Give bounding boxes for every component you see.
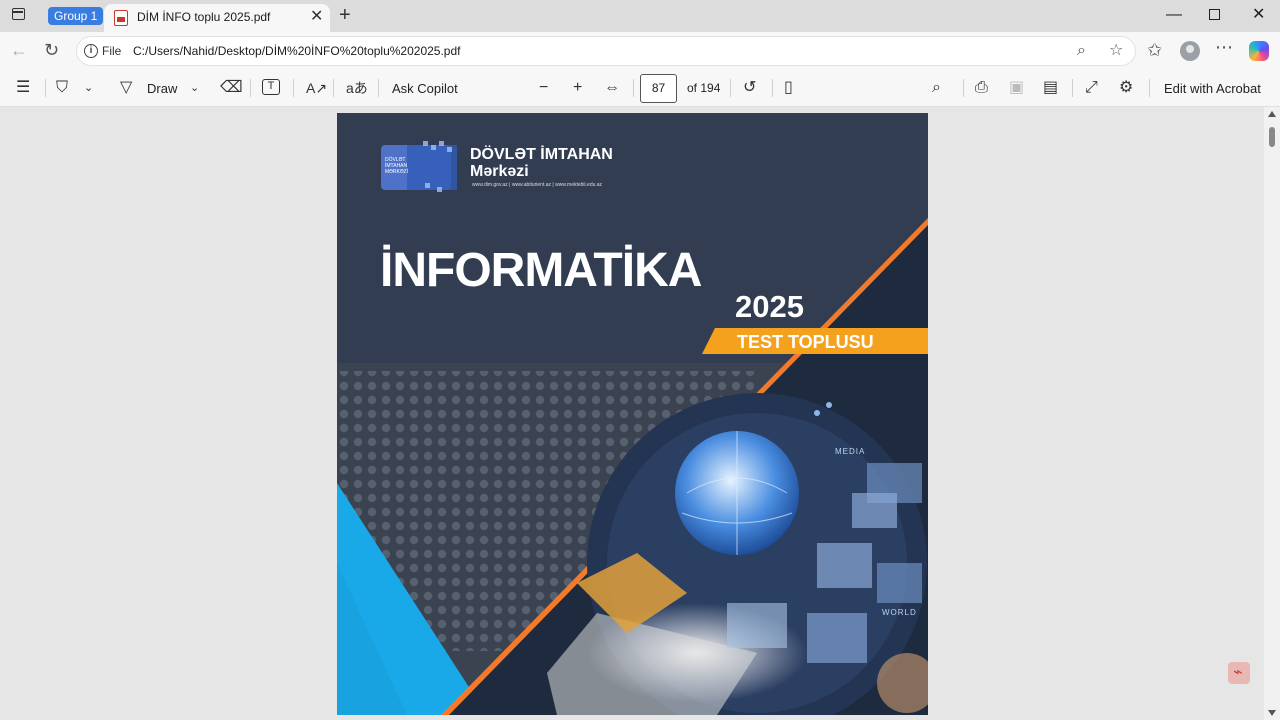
divider: [730, 79, 731, 97]
url-text[interactable]: C:/Users/Nahid/Desktop/DİM%20İNFO%20topl…: [133, 44, 461, 58]
divider: [378, 79, 379, 97]
profile-avatar[interactable]: [1180, 41, 1200, 61]
chevron-down-icon[interactable]: ⌄: [84, 79, 93, 97]
edit-with-acrobat-button[interactable]: Edit with Acrobat: [1164, 81, 1261, 96]
eraser-icon[interactable]: ⌫: [220, 79, 243, 97]
window-menu-icon[interactable]: [12, 8, 25, 20]
divider: [293, 79, 294, 97]
favorites-icon[interactable]: ✩: [1147, 41, 1162, 59]
scrollbar-thumb[interactable]: [1269, 127, 1275, 147]
address-bar-row: ← ↻ i File C:/Users/Nahid/Desktop/DİM%20…: [0, 32, 1280, 70]
logo-small-text: DÖVLƏT İMTAHAN MƏRKƏZİ: [385, 157, 409, 175]
close-window-icon[interactable]: ✕: [1252, 6, 1265, 24]
close-tab-icon[interactable]: ✕: [310, 9, 323, 25]
tab-active-pdf[interactable]: DİM İNFO toplu 2025.pdf ✕: [104, 4, 330, 32]
rotate-icon[interactable]: ↺: [743, 79, 756, 97]
page-number-input[interactable]: 87: [640, 74, 677, 103]
divider: [333, 79, 334, 97]
fit-width-icon[interactable]: ⇔: [604, 79, 620, 97]
divider: [1072, 79, 1073, 97]
cover-year: 2025: [735, 289, 804, 324]
ask-copilot-button[interactable]: Ask Copilot: [392, 81, 458, 96]
divider: [772, 79, 773, 97]
page-view-icon[interactable]: ▯: [784, 79, 793, 97]
reload-icon[interactable]: ↻: [44, 41, 59, 59]
fullscreen-icon[interactable]: ⤢: [1085, 79, 1098, 97]
save-icon[interactable]: ▣: [1009, 79, 1024, 97]
copilot-icon[interactable]: [1249, 41, 1269, 61]
divider: [1149, 79, 1150, 97]
highlight-icon[interactable]: ⛉: [56, 79, 68, 97]
zoom-in-icon[interactable]: +: [573, 79, 582, 97]
zoom-icon[interactable]: ⌕: [1077, 42, 1086, 60]
draw-icon[interactable]: ▽: [120, 79, 132, 97]
settings-gear-icon[interactable]: ⚙: [1119, 79, 1133, 97]
divider: [633, 79, 634, 97]
more-menu-icon[interactable]: ⋯: [1215, 38, 1233, 56]
org-name-line1: DÖVLƏT İMTAHAN: [470, 146, 613, 163]
divider: [250, 79, 251, 97]
restore-icon[interactable]: [1209, 9, 1220, 20]
print-icon[interactable]: ⎙: [975, 79, 988, 97]
chevron-down-icon[interactable]: ⌄: [190, 79, 199, 97]
media-label: MEDIA: [835, 447, 866, 456]
info-icon[interactable]: i: [84, 44, 98, 58]
minimize-icon[interactable]: —: [1166, 6, 1182, 24]
contents-list-icon[interactable]: ☰: [16, 79, 30, 97]
vertical-scrollbar[interactable]: [1264, 107, 1280, 720]
org-urls: www.dim.gov.az | www.abiturient.az | www…: [472, 182, 603, 188]
url-scheme-label: File: [102, 44, 122, 58]
read-aloud-icon[interactable]: A↗: [306, 79, 327, 97]
translate-icon[interactable]: aあ: [346, 79, 368, 97]
save-as-icon[interactable]: ▤: [1043, 79, 1058, 97]
pdf-file-icon: [114, 10, 128, 26]
favorite-star-icon[interactable]: ☆: [1109, 42, 1123, 60]
tab-title: DİM İNFO toplu 2025.pdf: [137, 10, 271, 24]
cover-subtitle: TEST TOPLUSU: [737, 332, 874, 352]
world-label: WORLD: [882, 608, 917, 617]
address-bar[interactable]: i File C:/Users/Nahid/Desktop/DİM%20İNFO…: [76, 36, 1136, 66]
scroll-down-arrow-icon[interactable]: [1268, 710, 1276, 716]
back-icon[interactable]: ←: [10, 41, 28, 59]
scroll-up-arrow-icon[interactable]: [1268, 111, 1276, 117]
cover-title: İNFORMATİKA: [380, 244, 702, 297]
org-name-line2: Mərkəzi: [470, 163, 529, 180]
tab-group-chip[interactable]: Group 1: [48, 7, 104, 25]
zoom-out-icon[interactable]: −: [539, 79, 548, 97]
cover-artwork: [337, 113, 928, 715]
divider: [45, 79, 46, 97]
divider: [963, 79, 964, 97]
new-tab-icon[interactable]: +: [339, 5, 351, 25]
acrobat-icon[interactable]: [1228, 662, 1250, 684]
tab-strip: Group 1 DİM İNFO toplu 2025.pdf ✕ + — ✕: [0, 0, 1280, 32]
page-total-label: of 194: [687, 81, 721, 95]
draw-button[interactable]: Draw: [147, 81, 177, 96]
text-box-icon[interactable]: T: [262, 79, 280, 95]
search-icon[interactable]: ⌕: [932, 79, 941, 97]
pdf-page-cover: DÖVLƏT İMTAHAN MƏRKƏZİ DÖVLƏT İMTAHAN Mə…: [337, 113, 928, 715]
pdf-toolbar: ☰ ⛉ ⌄ ▽ Draw ⌄ ⌫ T A↗ aあ Ask Copilot − +…: [0, 70, 1280, 107]
